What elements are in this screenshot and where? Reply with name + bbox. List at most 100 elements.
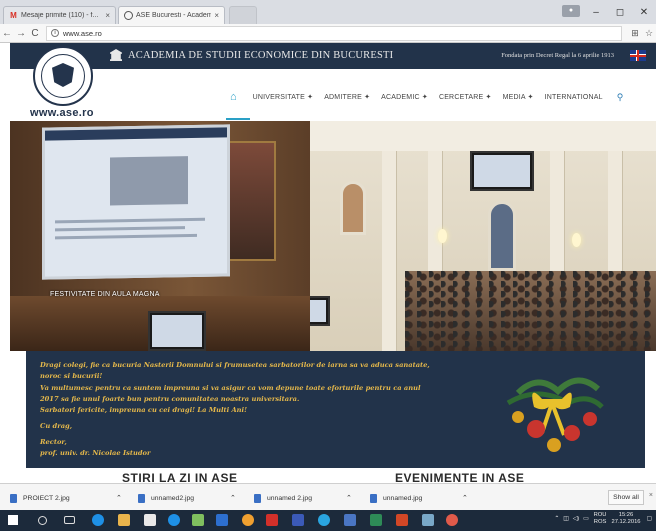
chrome-icon[interactable] bbox=[242, 514, 254, 526]
tab-ase[interactable]: ASE Bucuresti - Academ... × bbox=[118, 6, 225, 24]
bookmark-star-icon[interactable]: ☆ bbox=[642, 28, 656, 39]
download-item[interactable]: unnamed 2.jpg bbox=[254, 490, 312, 506]
chevron-up-icon[interactable]: ⌃ bbox=[346, 490, 352, 506]
ase-logo[interactable] bbox=[33, 46, 93, 106]
image-file-icon bbox=[370, 493, 377, 503]
clock-time: 15:26 bbox=[618, 512, 634, 518]
language-indicator[interactable]: ROU ROS bbox=[594, 512, 607, 526]
windows-taskbar: ⌃ ◫ ◁) ▭ ROU ROS 15:26 27.12.2016 ▢ bbox=[0, 510, 656, 531]
close-window-button[interactable]: ✕ bbox=[632, 7, 656, 18]
image-file-icon bbox=[10, 493, 17, 503]
tab-close-button[interactable]: × bbox=[105, 11, 110, 20]
greeting-line: noroc si bucurii! bbox=[40, 372, 103, 380]
forward-button[interactable]: → bbox=[14, 28, 28, 39]
keyboard-icon[interactable]: ▭ bbox=[583, 516, 588, 522]
address-bar[interactable]: i www.ase.ro bbox=[46, 25, 622, 41]
download-filename: unnamed.jpg bbox=[383, 494, 423, 502]
home-icon[interactable]: ⌂ bbox=[230, 91, 237, 103]
english-flag-icon[interactable] bbox=[630, 50, 646, 61]
active-nav-indicator bbox=[226, 118, 250, 120]
nav-universitate[interactable]: UNIVERSITATE ✦ bbox=[253, 93, 314, 101]
chevron-up-icon[interactable]: ⌃ bbox=[462, 490, 468, 506]
file-explorer-icon[interactable] bbox=[118, 514, 130, 526]
nav-admitere[interactable]: ADMITERE ✦ bbox=[324, 93, 370, 101]
hall-niche bbox=[340, 181, 366, 235]
info-icon[interactable]: i bbox=[51, 29, 59, 37]
greeting-signature: prof. univ. dr. Nicolae Istudor bbox=[40, 449, 151, 457]
greeting-line: Va multumesc pentru ca suntem impreuna s… bbox=[40, 384, 421, 392]
mail-icon[interactable] bbox=[216, 514, 228, 526]
stage-monitor bbox=[148, 311, 206, 351]
edge-icon[interactable] bbox=[92, 514, 104, 526]
section-headings: STIRI LA ZI IN ASE EVENIMENTE IN ASE bbox=[0, 469, 656, 483]
clock-date: 27.12.2016 bbox=[611, 519, 641, 525]
word-icon[interactable] bbox=[292, 514, 304, 526]
image-file-icon bbox=[138, 493, 145, 503]
download-item[interactable]: PROIECT 2.jpg bbox=[10, 490, 70, 506]
main-navigation: ⌂ UNIVERSITATE ✦ ADMITERE ✦ ACADEMIC ✦ C… bbox=[230, 90, 623, 104]
translate-icon[interactable]: ⊞ bbox=[628, 28, 642, 39]
show-all-downloads-button[interactable]: Show all bbox=[608, 490, 644, 505]
greeting-signoff: Cu drag, bbox=[40, 422, 73, 430]
download-item[interactable]: unnamed.jpg bbox=[370, 490, 422, 506]
wall-lamp bbox=[438, 229, 447, 243]
task-view-icon[interactable] bbox=[64, 516, 75, 524]
screen-picture bbox=[110, 156, 188, 206]
screen-text-line bbox=[55, 217, 205, 224]
nav-international[interactable]: INTERNATIONAL bbox=[545, 94, 603, 101]
greeting-line: 2017 sa fie unul foarte bun pentru comun… bbox=[40, 395, 300, 403]
excel-icon[interactable] bbox=[370, 514, 382, 526]
hero-slideshow[interactable]: FESTIVITATE DIN AULA MAGNA bbox=[10, 121, 656, 351]
search-icon[interactable]: ⚲ bbox=[617, 92, 624, 103]
back-button[interactable]: ← bbox=[0, 28, 14, 39]
tab-title: Mesaje primite (110) - f... bbox=[21, 12, 99, 19]
greeting-line: Dragi colegi, fie ca bucuria Nasterii Do… bbox=[40, 361, 430, 369]
tab-close-button[interactable]: × bbox=[214, 11, 219, 20]
volume-icon[interactable]: ◁) bbox=[573, 516, 579, 522]
minimize-button[interactable]: – bbox=[584, 7, 608, 18]
internet-explorer-icon[interactable] bbox=[168, 514, 180, 526]
language-code: ROU bbox=[593, 512, 607, 518]
browser-toolbar: ← → C i www.ase.ro ⊞ ☆ bbox=[0, 24, 656, 43]
store-icon[interactable] bbox=[144, 514, 156, 526]
nav-media[interactable]: MEDIA ✦ bbox=[503, 93, 534, 101]
site-top-strip: ACADEMIA DE STUDII ECONOMICE DIN BUCURES… bbox=[10, 43, 656, 69]
institution-building-icon bbox=[110, 49, 122, 61]
notifications-icon[interactable]: ▢ bbox=[647, 516, 652, 522]
search-icon[interactable] bbox=[38, 516, 47, 525]
chevron-up-icon[interactable]: ⌃ bbox=[230, 490, 236, 506]
logo-domain-text: www.ase.ro bbox=[30, 107, 94, 119]
christmas-ornament-icon bbox=[506, 377, 604, 452]
start-icon[interactable] bbox=[8, 515, 18, 525]
media-icon[interactable] bbox=[192, 514, 204, 526]
download-filename: unnamed 2.jpg bbox=[267, 494, 312, 502]
acrobat-icon[interactable] bbox=[266, 514, 278, 526]
founded-text: Fondata prin Decret Regal la 6 aprilie 1… bbox=[501, 52, 614, 59]
skype-icon[interactable] bbox=[318, 514, 330, 526]
clock[interactable]: 15:26 27.12.2016 bbox=[612, 512, 641, 526]
projection-screen bbox=[42, 124, 230, 280]
news-heading: STIRI LA ZI IN ASE bbox=[122, 471, 238, 483]
nav-academic[interactable]: ACADEMIC ✦ bbox=[381, 93, 428, 101]
download-filename: unnamed2.jpg bbox=[151, 494, 195, 502]
holiday-greeting-banner: Dragi colegi, fie ca bucuria Nasterii Do… bbox=[26, 351, 645, 468]
tray-chevron-icon[interactable]: ⌃ bbox=[554, 516, 559, 522]
powerpoint-icon[interactable] bbox=[396, 514, 408, 526]
chevron-up-icon[interactable]: ⌃ bbox=[116, 490, 122, 506]
screen-text-line bbox=[55, 233, 197, 240]
user-profile-icon[interactable]: ● bbox=[562, 5, 580, 17]
greeting-title: Rector, bbox=[40, 438, 67, 446]
events-heading: EVENIMENTE IN ASE bbox=[395, 471, 525, 483]
maximize-button[interactable]: ◻ bbox=[608, 7, 632, 18]
network-icon[interactable]: ◫ bbox=[563, 516, 568, 522]
new-tab-button[interactable] bbox=[229, 6, 257, 24]
app-icon[interactable] bbox=[422, 514, 434, 526]
hero-caption: FESTIVITATE DIN AULA MAGNA bbox=[50, 291, 160, 298]
reload-button[interactable]: C bbox=[28, 28, 42, 39]
nav-cercetare[interactable]: CERCETARE ✦ bbox=[439, 93, 492, 101]
paint-icon[interactable] bbox=[446, 514, 458, 526]
download-item[interactable]: unnamed2.jpg bbox=[138, 490, 194, 506]
close-downloads-button[interactable]: × bbox=[649, 492, 653, 499]
tab-gmail[interactable]: M Mesaje primite (110) - f... × bbox=[3, 6, 116, 24]
outlook-icon[interactable] bbox=[344, 514, 356, 526]
